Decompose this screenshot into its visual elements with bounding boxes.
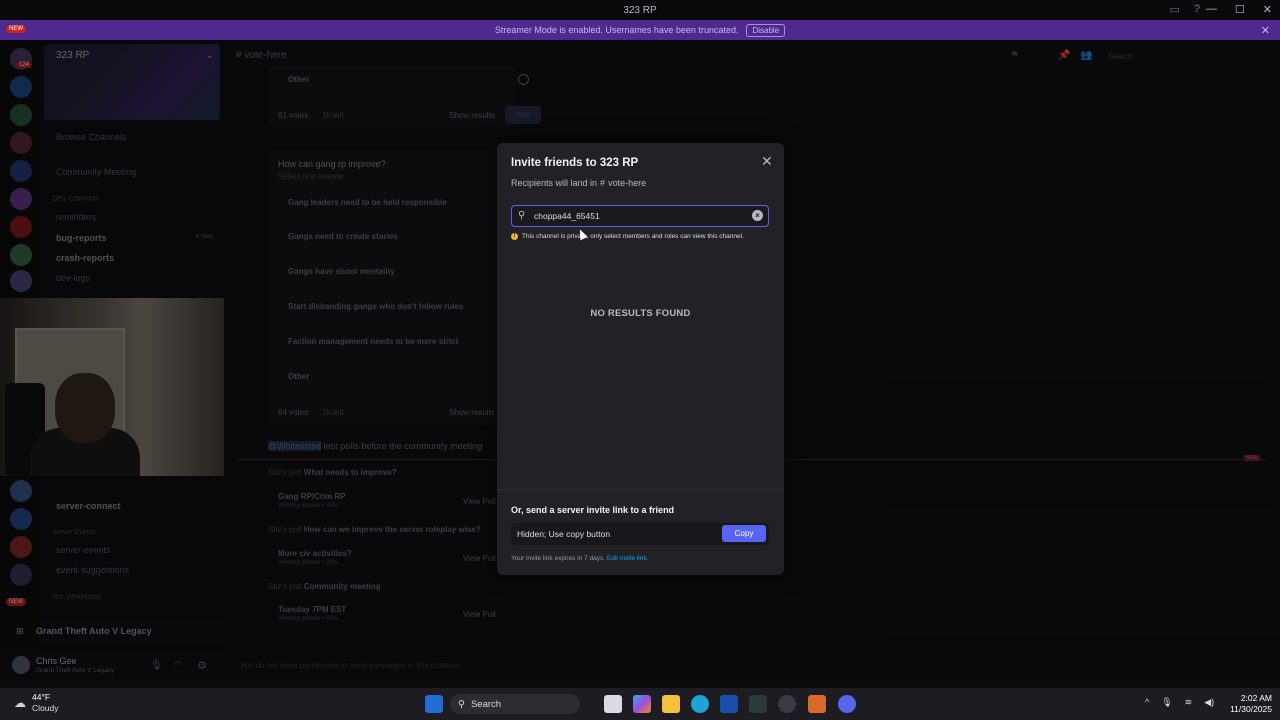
close-banner-icon[interactable]: ✕ [1261,24,1270,37]
modal-title: Invite friends to 323 RP [511,157,639,169]
taskbar-search[interactable]: ⚲ Search [450,694,580,714]
no-results-label: NO RESULTS FOUND [590,308,691,319]
modal-subtitle: Recipients will land in # vote-here [511,178,646,188]
disable-streamer-button[interactable]: Disable [746,23,786,37]
friend-search-input[interactable] [534,209,744,223]
clock-date: 11/30/2025 [1230,704,1272,714]
terminal-icon[interactable] [749,695,767,713]
close-window-icon[interactable]: ✕ [1263,3,1272,16]
app-icon[interactable] [808,695,826,713]
chevron-up-icon[interactable]: ^ [1145,697,1149,708]
weather-widget[interactable]: ☁ 44°F Cloudy [14,692,58,714]
wifi-icon[interactable]: ≋ [1185,697,1193,708]
expires-text: Your invite link expires in 7 days. [511,555,606,562]
windows-start-icon[interactable] [425,695,443,713]
copilot-icon[interactable] [633,695,651,713]
taskbar-search-label: Search [470,698,502,710]
new-badge: NEW [6,25,26,33]
modal-divider [497,489,784,490]
volume-icon[interactable]: ◀) [1204,697,1214,708]
search-icon: ⚲ [458,698,465,710]
edit-invite-link[interactable]: Edit invite link. [607,555,649,562]
invite-modal: Invite friends to 323 RP ✕ Recipients wi… [497,143,784,575]
private-channel-warning: ! This channel is private, only select m… [511,233,744,240]
help-icon[interactable]: ? [1194,3,1200,16]
cloud-icon: ☁ [14,696,26,710]
title-bar: 323 RP ▭ ? — ☐ ✕ [0,0,1280,20]
warning-text: This channel is private, only select mem… [522,233,744,240]
weather-temp: 44°F [32,692,51,702]
banner-text: Streamer Mode is enabled. Usernames have… [494,25,739,35]
system-tray: ^ 🎙 ≋ ◀) [1145,697,1214,708]
edge-icon[interactable] [691,695,709,713]
hash-icon: # [600,178,606,188]
taskbar-clock[interactable]: 2:02 AM 11/30/2025 [1222,693,1272,715]
invite-link-text[interactable]: Hidden; Use copy button [517,529,610,539]
weather-condition: Cloudy [32,703,59,713]
window-title: 323 RP [623,4,657,16]
clock-time: 2:02 AM [1240,693,1272,703]
file-explorer-icon[interactable] [662,695,680,713]
send-link-label: Or, send a server invite link to a frien… [511,505,675,515]
invite-link-box: Hidden; Use copy button Copy [511,523,769,545]
streamer-mode-banner: Streamer Mode is enabled. Usernames have… [0,20,1280,40]
task-view-icon[interactable] [604,695,622,713]
minimize-icon[interactable]: — [1206,3,1217,16]
subtitle-prefix: Recipients will land in [511,178,598,188]
warning-icon: ! [511,233,518,240]
launcher-icon[interactable] [720,695,738,713]
expires-note: Your invite link expires in 7 days. Edit… [511,555,648,562]
subtitle-channel: vote-here [608,178,647,188]
inbox-icon[interactable]: ▭ [1169,3,1179,16]
close-icon[interactable]: ✕ [761,153,773,170]
clear-icon[interactable]: × [752,210,763,221]
app-icon[interactable] [778,695,796,713]
maximize-icon[interactable]: ☐ [1235,3,1245,16]
copy-button[interactable]: Copy [722,525,766,542]
discord-icon[interactable] [838,695,856,713]
search-icon: ⚲ [518,210,526,221]
mic-icon[interactable]: 🎙 [1161,697,1172,708]
friend-search-box[interactable]: ⚲ × [511,205,769,227]
